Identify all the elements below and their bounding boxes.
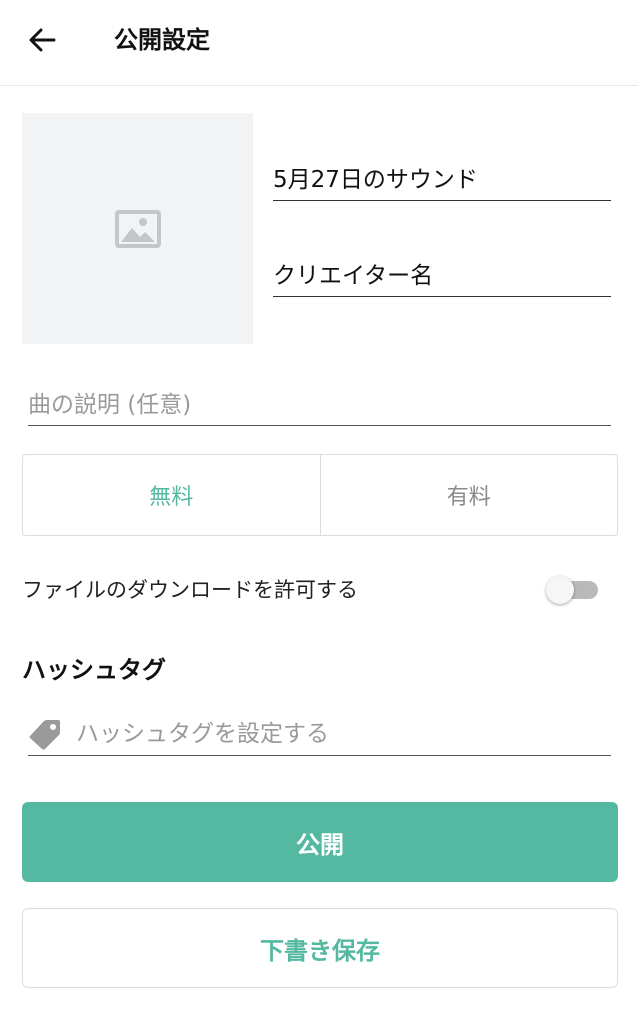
- title-input[interactable]: 5月27日のサウンド: [273, 163, 611, 201]
- hashtag-input[interactable]: ハッシュタグを設定する: [28, 716, 611, 756]
- publish-button[interactable]: 公開: [22, 802, 618, 882]
- arrow-left-icon: [29, 28, 56, 52]
- hashtag-placeholder: ハッシュタグを設定する: [76, 721, 329, 747]
- download-permission-toggle[interactable]: [546, 576, 600, 604]
- description-placeholder: 曲の説明 (任意): [28, 392, 192, 418]
- creator-name-value: クリエイター名: [273, 263, 434, 289]
- page-title: 公開設定: [114, 26, 210, 54]
- price-toggle: 無料 有料: [22, 454, 618, 536]
- title-input-value: 5月27日のサウンド: [273, 167, 478, 193]
- cover-image-picker[interactable]: [22, 113, 253, 344]
- price-paid-option[interactable]: 有料: [321, 455, 618, 535]
- toggle-knob: [546, 576, 574, 604]
- image-placeholder-icon: [114, 209, 161, 248]
- description-input[interactable]: 曲の説明 (任意): [28, 388, 611, 426]
- app-header: 公開設定: [0, 0, 638, 86]
- back-button[interactable]: [20, 20, 64, 60]
- price-free-option[interactable]: 無料: [23, 455, 321, 535]
- download-permission-label: ファイルのダウンロードを許可する: [22, 578, 358, 602]
- save-draft-button[interactable]: 下書き保存: [22, 908, 618, 988]
- hashtag-heading: ハッシュタグ: [22, 656, 166, 684]
- creator-name-input[interactable]: クリエイター名: [273, 259, 611, 297]
- tag-icon: [29, 720, 60, 750]
